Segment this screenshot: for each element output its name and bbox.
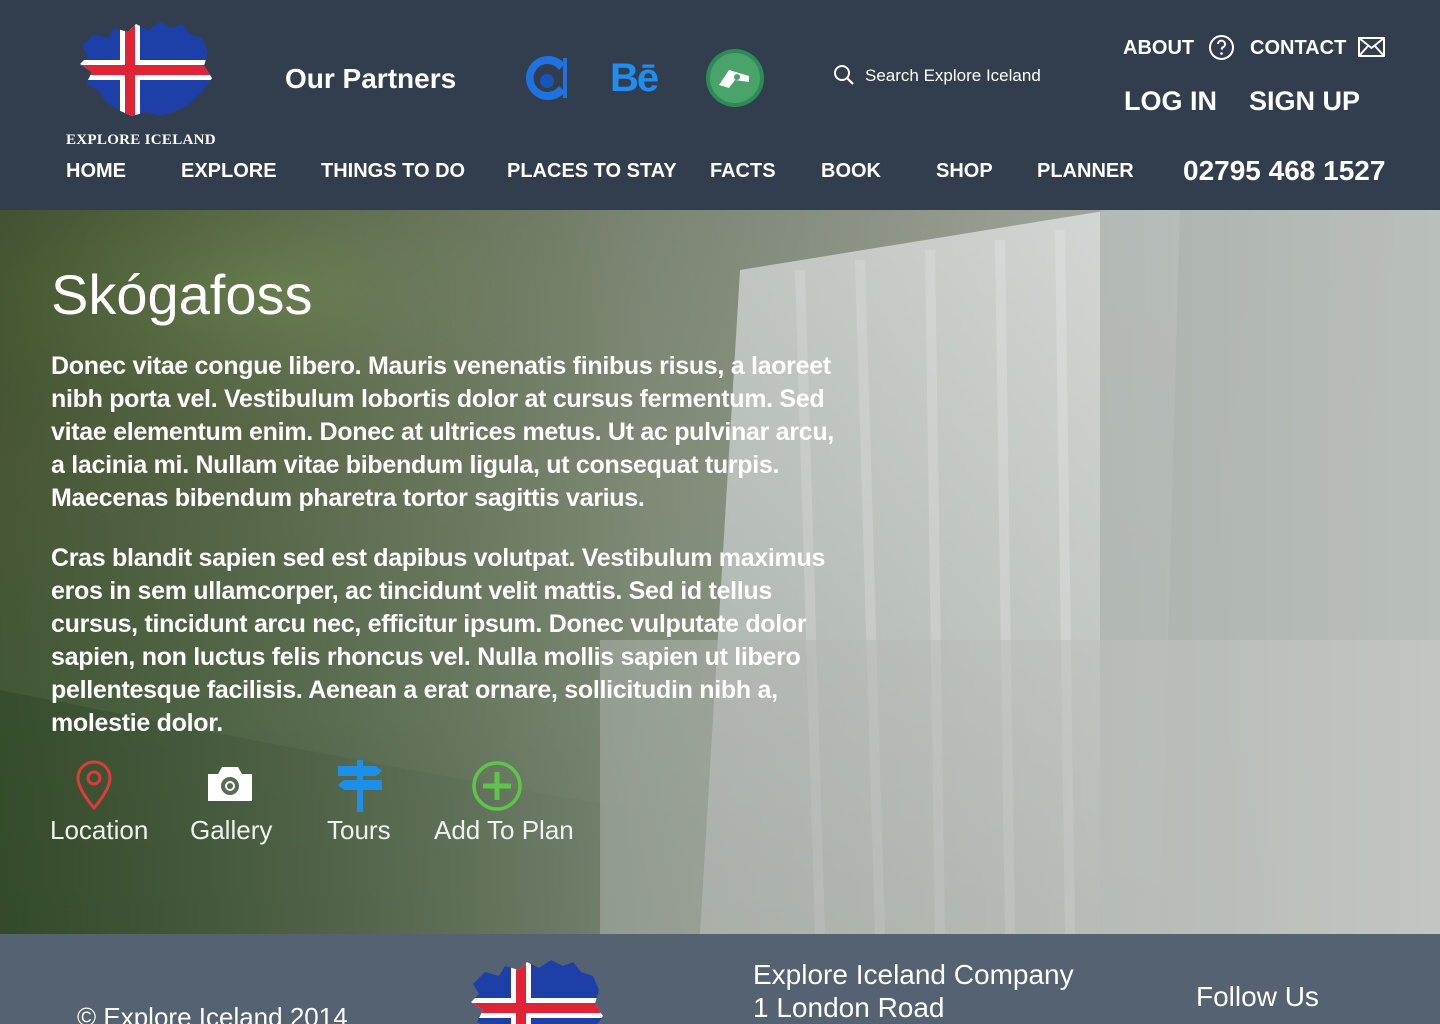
login-link[interactable]: LOG IN: [1124, 86, 1217, 117]
logo-text: EXPLORE ICELAND: [66, 132, 216, 148]
partners-title: Our Partners: [285, 63, 457, 94]
description-paragraph-1: Donec vitae congue libero. Mauris venena…: [51, 352, 834, 512]
follow-us-label: Follow Us: [1196, 981, 1319, 1012]
hero-section: Skógafoss Donec vitae congue libero. Mau…: [0, 210, 1440, 934]
place-title: Skógafoss: [51, 263, 313, 326]
camera-icon: [208, 767, 252, 801]
nav-things-to-do[interactable]: THINGS TO DO: [321, 160, 465, 183]
nav-planner[interactable]: PLANNER: [1037, 160, 1134, 183]
company-name: Explore Iceland Company: [753, 959, 1074, 990]
signpost-icon: [338, 760, 382, 812]
phone-number: 02795 468 1527: [1183, 155, 1386, 186]
plus-circle-icon: [472, 761, 522, 811]
partner-c-icon[interactable]: [519, 54, 571, 107]
nav-home[interactable]: HOME: [66, 160, 126, 183]
nav-explore[interactable]: EXPLORE: [181, 160, 277, 183]
iceland-flag-map-icon: [80, 22, 212, 116]
about-link[interactable]: ABOUT: [1123, 37, 1194, 60]
location-pin-icon: [76, 760, 112, 810]
nav-places-to-stay[interactable]: PLACES TO STAY: [507, 160, 677, 183]
contact-link[interactable]: CONTACT: [1250, 37, 1346, 60]
signup-link[interactable]: SIGN UP: [1249, 86, 1360, 117]
behance-icon[interactable]: Bē: [610, 56, 659, 101]
address-line: 1 London Road: [753, 992, 945, 1023]
location-label: Location: [50, 815, 149, 845]
add-to-plan-label: Add To Plan: [434, 815, 574, 845]
nav-facts[interactable]: FACTS: [710, 160, 776, 183]
mail-icon[interactable]: [1358, 37, 1385, 57]
help-icon[interactable]: [1208, 34, 1235, 61]
description-paragraph-2: Cras blandit sapien sed est dapibus volu…: [51, 544, 826, 737]
search-icon: [834, 65, 854, 85]
deviantart-icon[interactable]: [705, 48, 765, 113]
site-logo[interactable]: EXPLORE ICELAND: [62, 20, 218, 150]
site-header: EXPLORE ICELAND Our Partners Bē ABOUT: [0, 0, 1440, 210]
nav-shop[interactable]: SHOP: [936, 160, 993, 183]
search-bar[interactable]: [833, 62, 1067, 90]
company-address: Explore Iceland Company 1 London Road: [753, 958, 1074, 1024]
footer-logo-icon[interactable]: [465, 958, 605, 1024]
nav-book[interactable]: BOOK: [821, 160, 881, 183]
gallery-label: Gallery: [190, 815, 273, 845]
copyright-text: © Explore Iceland 2014: [77, 1002, 348, 1024]
tours-label: Tours: [327, 815, 391, 845]
site-footer: © Explore Iceland 2014 Explore Iceland C…: [0, 934, 1440, 1024]
search-input[interactable]: [863, 62, 1067, 90]
